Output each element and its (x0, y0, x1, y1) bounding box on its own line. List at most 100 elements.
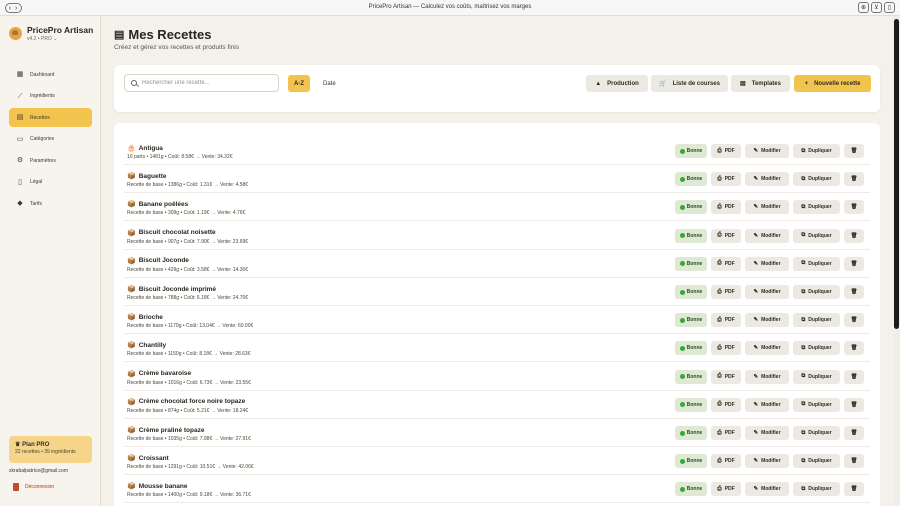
status-badge[interactable]: Bonne (675, 369, 707, 384)
pdf-button[interactable]: ⎙ PDF (711, 454, 741, 469)
delete-button[interactable]: 🗑 (844, 313, 864, 328)
shopping-list-button[interactable]: 🛒 Liste de courses (651, 75, 728, 92)
status-badge[interactable]: Bonne (675, 144, 707, 158)
duplicate-button[interactable]: ⧉ Dupliquer (793, 172, 840, 187)
edit-button[interactable]: ✎ Modifier (745, 313, 789, 328)
pdf-button[interactable]: ⎙ PDF (711, 228, 741, 243)
delete-button[interactable]: 🗑 (844, 454, 864, 469)
recipe-row[interactable]: 📦 Biscuit Joconde imprimé Recette de base … (124, 278, 870, 306)
status-badge[interactable]: Bonne (675, 482, 707, 497)
pdf-button[interactable]: ⎙ PDF (711, 256, 741, 271)
delete-button[interactable]: 🗑 (844, 172, 864, 187)
edit-button[interactable]: ✎ Modifier (745, 144, 789, 158)
recipe-row[interactable]: 🎂 Antigua 10 parts • 1481g • Coût: 8.58€ →… (124, 137, 870, 165)
duplicate-button[interactable]: ⧉ Dupliquer (793, 482, 840, 497)
version-dropdown[interactable]: v4.2 • PRO ⌄ (27, 36, 93, 42)
recipe-row[interactable]: 📦 Crème praliné topaze Recette de base • 1… (124, 419, 870, 447)
recipe-row[interactable]: 📦 Biscuit chocolat noisette Recette de bas… (124, 222, 870, 250)
duplicate-button[interactable]: ⧉ Dupliquer (793, 369, 840, 384)
scrollbar-thumb[interactable] (894, 19, 899, 329)
delete-button[interactable]: 🗑 (844, 341, 864, 356)
delete-button[interactable]: 🗑 (844, 200, 864, 215)
status-badge[interactable]: Bonne (675, 313, 707, 328)
delete-button[interactable]: 🗑 (844, 482, 864, 497)
pdf-button[interactable]: ⎙ PDF (711, 313, 741, 328)
sort-date-button[interactable]: Date (317, 75, 342, 92)
status-badge[interactable]: Bonne (675, 426, 707, 440)
recipe-row[interactable]: 📦 Baguette Recette de base • 1386g • Coût:… (124, 165, 870, 194)
recipe-row[interactable]: 📦 Biscuit Joconde Recette de base • 429g •… (124, 250, 870, 278)
edit-button[interactable]: ✎ Modifier (745, 426, 789, 440)
delete-button[interactable]: 🗑 (844, 144, 864, 158)
sidebar-toggle-icon[interactable]: ▯ (884, 2, 895, 13)
delete-button[interactable]: 🗑 (844, 256, 864, 271)
status-badge[interactable]: Bonne (675, 454, 707, 469)
duplicate-button[interactable]: ⧉ Dupliquer (793, 454, 840, 469)
recipe-row[interactable]: 📦 Crème bavaroise Recette de base • 1016g … (124, 363, 870, 391)
pdf-button[interactable]: ⎙ PDF (711, 482, 741, 497)
sort-az-button[interactable]: A-Z (288, 75, 310, 92)
pdf-button[interactable]: ⎙ PDF (711, 144, 741, 158)
duplicate-button[interactable]: ⧉ Dupliquer (793, 313, 840, 328)
duplicate-button[interactable]: ⧉ Dupliquer (793, 256, 840, 271)
recipe-row[interactable]: 📦 Croissant Recette de base • 1291g • Coût… (124, 447, 870, 476)
shopping-cart-icon[interactable]: ⊻ (871, 2, 882, 13)
edit-button[interactable]: ✎ Modifier (745, 228, 789, 243)
delete-button[interactable]: 🗑 (844, 426, 864, 440)
recipe-row[interactable]: 📦 Chantilly Recette de base • 1150g • Coût… (124, 334, 870, 363)
status-badge[interactable]: Bonne (675, 285, 707, 299)
duplicate-button[interactable]: ⧉ Dupliquer (793, 426, 840, 440)
recipe-row[interactable]: 📦 Brioche Recette de base • 1179g • Coût: … (124, 306, 870, 335)
edit-button[interactable]: ✎ Modifier (745, 454, 789, 469)
pdf-button[interactable]: ⎙ PDF (711, 200, 741, 215)
delete-button[interactable]: 🗑 (844, 228, 864, 243)
duplicate-button[interactable]: ⧉ Dupliquer (793, 228, 840, 243)
delete-button[interactable]: 🗑 (844, 397, 864, 412)
sidebar-item-0[interactable]: ▦ Dashboard (9, 65, 92, 84)
delete-button[interactable]: 🗑 (844, 285, 864, 299)
sidebar-item-5[interactable]: ▯ Légal (9, 173, 92, 192)
sidebar-item-4[interactable]: ⚙ Paramètres (9, 151, 92, 170)
duplicate-button[interactable]: ⧉ Dupliquer (793, 397, 840, 412)
pdf-button[interactable]: ⎙ PDF (711, 285, 741, 299)
pdf-button[interactable]: ⎙ PDF (711, 426, 741, 440)
delete-button[interactable]: 🗑 (844, 369, 864, 384)
download-icon[interactable]: ⊕ (858, 2, 869, 13)
production-button[interactable]: ▲ Production (586, 75, 648, 92)
edit-button[interactable]: ✎ Modifier (745, 285, 789, 299)
search-box[interactable] (124, 74, 279, 92)
status-badge[interactable]: Bonne (675, 256, 707, 271)
plan-card[interactable]: ♛ Plan PRO 22 recettes • 39 ingrédients (9, 436, 92, 463)
status-badge[interactable]: Bonne (675, 341, 707, 356)
recipe-row[interactable]: 📦 Mousse banane Recette de base • 1400g • … (124, 475, 870, 504)
recipe-row[interactable]: 📦 Crème chocolat force noire topaze Recett… (124, 391, 870, 419)
duplicate-button[interactable]: ⧉ Dupliquer (793, 285, 840, 299)
edit-button[interactable]: ✎ Modifier (745, 200, 789, 215)
edit-button[interactable]: ✎ Modifier (745, 341, 789, 356)
status-badge[interactable]: Bonne (675, 228, 707, 243)
sidebar-item-3[interactable]: ▭ Catégories (9, 130, 92, 149)
edit-button[interactable]: ✎ Modifier (745, 397, 789, 412)
pdf-button[interactable]: ⎙ PDF (711, 172, 741, 187)
duplicate-button[interactable]: ⧉ Dupliquer (793, 144, 840, 158)
logout-button[interactable]: Déconnexion (13, 483, 54, 491)
pdf-button[interactable]: ⎙ PDF (711, 397, 741, 412)
duplicate-button[interactable]: ⧉ Dupliquer (793, 341, 840, 356)
recipe-row[interactable]: 📦 Banane poêlées Recette de base • 309g • … (124, 193, 870, 222)
pdf-button[interactable]: ⎙ PDF (711, 341, 741, 356)
status-badge[interactable]: Bonne (675, 172, 707, 187)
pdf-button[interactable]: ⎙ PDF (711, 369, 741, 384)
edit-button[interactable]: ✎ Modifier (745, 482, 789, 497)
sidebar-item-6[interactable]: ◆ Tarifs (9, 194, 92, 213)
duplicate-button[interactable]: ⧉ Dupliquer (793, 200, 840, 215)
sidebar-item-1[interactable]: ⟋ Ingrédients (9, 87, 92, 106)
sidebar-item-2[interactable]: ▤ Recettes (9, 108, 92, 127)
status-badge[interactable]: Bonne (675, 200, 707, 215)
search-input[interactable] (142, 80, 272, 86)
templates-button[interactable]: ▤ Templates (731, 75, 790, 92)
new-recipe-button[interactable]: + Nouvelle recette (794, 75, 871, 92)
edit-button[interactable]: ✎ Modifier (745, 256, 789, 271)
edit-button[interactable]: ✎ Modifier (745, 369, 789, 384)
edit-button[interactable]: ✎ Modifier (745, 172, 789, 187)
status-badge[interactable]: Bonne (675, 397, 707, 412)
